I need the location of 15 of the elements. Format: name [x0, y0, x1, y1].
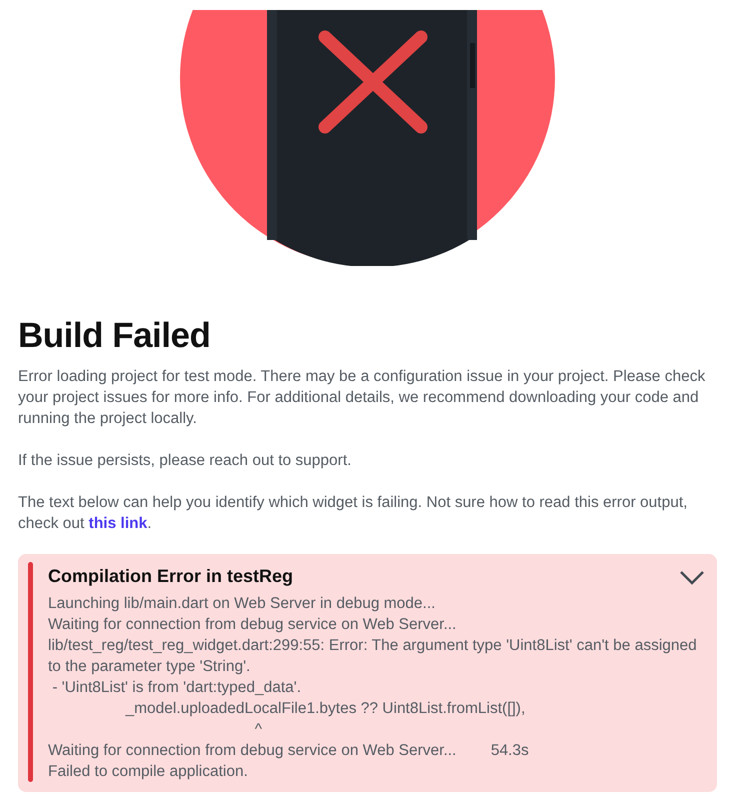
log-line: Waiting for connection from debug service on Web Server... — [48, 615, 458, 635]
log-line: Launching lib/main.dart on Web Server in debug mode... — [48, 594, 436, 614]
log-line: Failed to compile application. — [48, 762, 249, 782]
message-text: Error loading project for test mode. There may be a configuration issue in your project. Please check your project issues for more info. For additional details, we recommend downloading your code and running the project locally. — [18, 367, 706, 429]
chevron-icon[interactable] — [679, 568, 705, 584]
log-line: Waiting for connection from debug service on Web Server... 54.3s — [48, 741, 530, 761]
log-line: - 'Uint8List' is from 'dart:typed_data'. — [51, 678, 302, 698]
log-line: ^ — [254, 720, 263, 740]
help-text: The text below can help you identify which widget is failing. Not sure how to read this error output, check out this link. — [18, 493, 688, 534]
log-line: lib/test_reg/test_reg_widget.dart:299:55: Error: The argument type 'Uint8List' can't be assigned to the parameter type 'String'. — [48, 636, 698, 677]
message-text: If the issue persists, please reach out to support. — [18, 451, 352, 471]
error-title: Compilation Error in testReg — [48, 566, 294, 587]
help-link[interactable]: this link — [88, 515, 148, 532]
page-title: Build Failed — [18, 316, 212, 356]
log-line: _model.uploadedLocalFile1.bytes ?? Uint8List.fromList([]), — [124, 699, 526, 719]
